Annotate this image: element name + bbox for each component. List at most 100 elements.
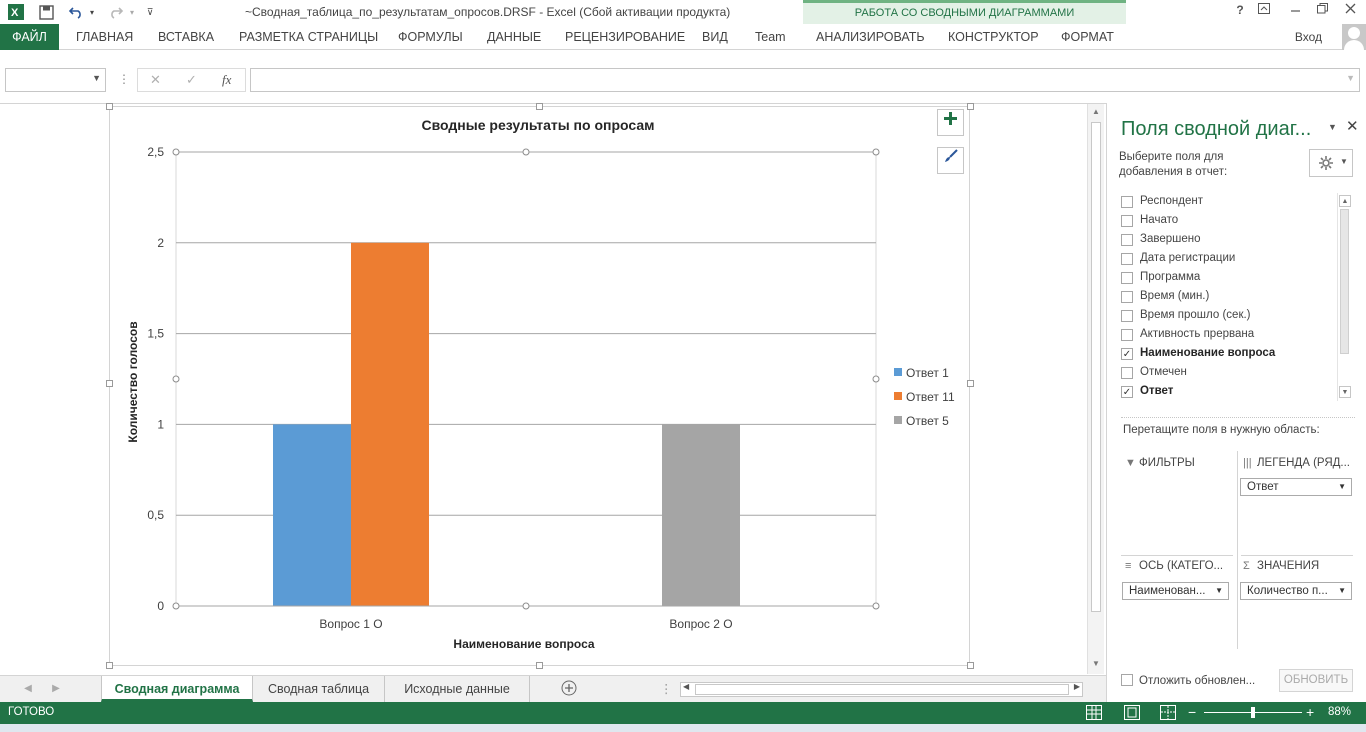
chart-resize-handle[interactable] [536, 662, 543, 669]
tab-home[interactable]: ГЛАВНАЯ [76, 24, 133, 50]
save-icon[interactable] [36, 3, 56, 21]
page-layout-view-icon[interactable] [1124, 705, 1140, 720]
tab-insert[interactable]: ВСТАВКА [158, 24, 214, 50]
zoom-out-icon[interactable]: − [1188, 704, 1196, 720]
legend-field-dropdown[interactable]: Ответ ▼ [1240, 478, 1352, 496]
tab-formulas[interactable]: ФОРМУЛЫ [398, 24, 463, 50]
pane-divider[interactable] [1121, 417, 1355, 418]
horizontal-scrollbar[interactable]: ◀ ▶ [680, 682, 1083, 697]
zoom-level[interactable]: 88% [1328, 706, 1351, 718]
page-break-view-icon[interactable] [1160, 705, 1176, 720]
sheet-tab-pivot-chart[interactable]: Сводная диаграмма [101, 676, 253, 702]
sheet-tab-pivot-table[interactable]: Сводная таблица [253, 676, 385, 702]
chart-resize-handle[interactable] [536, 103, 543, 110]
field-checkbox-checked[interactable]: ✓ [1121, 348, 1133, 360]
minimize-icon[interactable] [1284, 3, 1306, 21]
bar[interactable] [662, 424, 740, 606]
field-checkbox[interactable] [1121, 367, 1133, 379]
zoom-in-icon[interactable]: + [1306, 704, 1314, 720]
chart-resize-handle[interactable] [967, 662, 974, 669]
tab-file[interactable]: ФАЙЛ [0, 24, 59, 50]
x-axis-title[interactable]: Наименование вопроса [453, 637, 594, 651]
chart-elements-button[interactable] [937, 109, 964, 136]
chart-resize-handle[interactable] [967, 103, 974, 110]
chart-resize-handle[interactable] [106, 380, 113, 387]
insert-function-button[interactable]: fx [222, 72, 231, 88]
plot-area-handle[interactable] [172, 602, 180, 610]
next-sheet-icon[interactable]: ▶ [46, 676, 66, 702]
plot-area-handle[interactable] [872, 375, 880, 383]
scroll-thumb[interactable] [1091, 122, 1101, 612]
scroll-thumb[interactable] [1340, 209, 1349, 354]
field-checkbox[interactable] [1121, 234, 1133, 246]
sheet-tab-source-data[interactable]: Исходные данные [385, 676, 530, 702]
legend-entry[interactable]: Ответ 11 [906, 390, 955, 404]
bar[interactable] [273, 424, 351, 606]
undo-dropdown-icon[interactable]: ▾ [87, 3, 97, 21]
field-checkbox[interactable] [1121, 215, 1133, 227]
chart-resize-handle[interactable] [106, 662, 113, 669]
scroll-left-icon[interactable]: ◀ [683, 682, 689, 691]
help-button[interactable]: ? [1229, 3, 1251, 21]
expand-formula-bar-icon[interactable]: ▼ [1346, 73, 1355, 83]
tab-page-layout[interactable]: РАЗМЕТКА СТРАНИЦЫ [239, 24, 378, 50]
plot-area-handle[interactable] [172, 375, 180, 383]
pane-close-icon[interactable]: ✕ [1346, 117, 1359, 135]
formula-bar-splitter[interactable]: ⋮ [118, 72, 130, 86]
chart-canvas[interactable]: Сводные результаты по опросам 0 0,5 1 1,5 2 2… [110, 107, 971, 667]
name-box-dropdown-icon[interactable]: ▼ [92, 73, 101, 83]
chart-styles-button[interactable] [937, 147, 964, 174]
scroll-down-icon[interactable]: ▼ [1088, 656, 1104, 672]
tab-team[interactable]: Team [755, 24, 786, 50]
horizontal-scroll-thumb[interactable] [695, 684, 1069, 695]
restore-icon[interactable] [1311, 3, 1333, 21]
ribbon-display-options-icon[interactable] [1253, 3, 1275, 21]
prev-sheet-icon[interactable]: ◀ [18, 676, 38, 702]
tab-review[interactable]: РЕЦЕНЗИРОВАНИЕ [565, 24, 685, 50]
field-checkbox[interactable] [1121, 329, 1133, 341]
defer-update-checkbox[interactable]: Отложить обновлен... [1121, 674, 1255, 687]
field-checkbox[interactable] [1121, 291, 1133, 303]
defer-checkbox-box[interactable] [1121, 674, 1133, 686]
vertical-scrollbar[interactable]: ▲ ▼ [1087, 104, 1104, 674]
scroll-right-icon[interactable]: ▶ [1074, 682, 1080, 691]
field-list-scrollbar[interactable]: ▲ ▼ [1337, 193, 1351, 401]
close-icon[interactable] [1339, 3, 1361, 21]
update-button[interactable]: ОБНОВИТЬ [1279, 669, 1353, 692]
tab-splitter[interactable]: ⋮ [660, 676, 673, 702]
scroll-up-icon[interactable]: ▲ [1339, 195, 1351, 207]
tab-analyze[interactable]: АНАЛИЗИРОВАТЬ [816, 24, 925, 50]
cancel-icon[interactable]: ✕ [150, 72, 161, 88]
chart-resize-handle[interactable] [967, 380, 974, 387]
redo-dropdown-icon[interactable]: ▾ [127, 3, 137, 21]
scroll-down-icon[interactable]: ▼ [1339, 386, 1351, 398]
normal-view-icon[interactable] [1086, 705, 1102, 720]
plot-area-handle[interactable] [522, 602, 530, 610]
redo-icon[interactable] [106, 3, 126, 21]
legend-entry[interactable]: Ответ 5 [906, 414, 949, 428]
chart-resize-handle[interactable] [106, 103, 113, 110]
pane-options-icon[interactable]: ▼ [1328, 122, 1337, 132]
field-checkbox[interactable] [1121, 272, 1133, 284]
field-checkbox[interactable] [1121, 253, 1133, 265]
plot-area-handle[interactable] [522, 148, 530, 156]
plot-area-handle[interactable] [872, 148, 880, 156]
field-checkbox[interactable] [1121, 196, 1133, 208]
customize-qat-icon[interactable]: ⊽ [144, 3, 156, 21]
tab-view[interactable]: ВИД [702, 24, 728, 50]
field-checkbox[interactable] [1121, 310, 1133, 322]
tab-design[interactable]: КОНСТРУКТОР [948, 24, 1039, 50]
new-sheet-button[interactable] [558, 676, 580, 702]
sign-in-link[interactable]: Вход [1295, 30, 1322, 44]
axis-field-dropdown[interactable]: Наименован... ▼ [1122, 582, 1229, 600]
formula-input[interactable]: ▼ [250, 68, 1360, 92]
tools-button[interactable]: ▼ [1309, 149, 1353, 177]
zoom-slider-thumb[interactable] [1251, 707, 1255, 718]
y-axis-title[interactable]: Количество голосов [126, 321, 140, 442]
undo-icon[interactable] [66, 3, 86, 21]
chart-title[interactable]: Сводные результаты по опросам [422, 117, 655, 133]
scroll-up-icon[interactable]: ▲ [1088, 104, 1104, 120]
plot-area-handle[interactable] [872, 602, 880, 610]
bar[interactable] [351, 242, 429, 607]
name-box[interactable]: ▼ [5, 68, 106, 92]
